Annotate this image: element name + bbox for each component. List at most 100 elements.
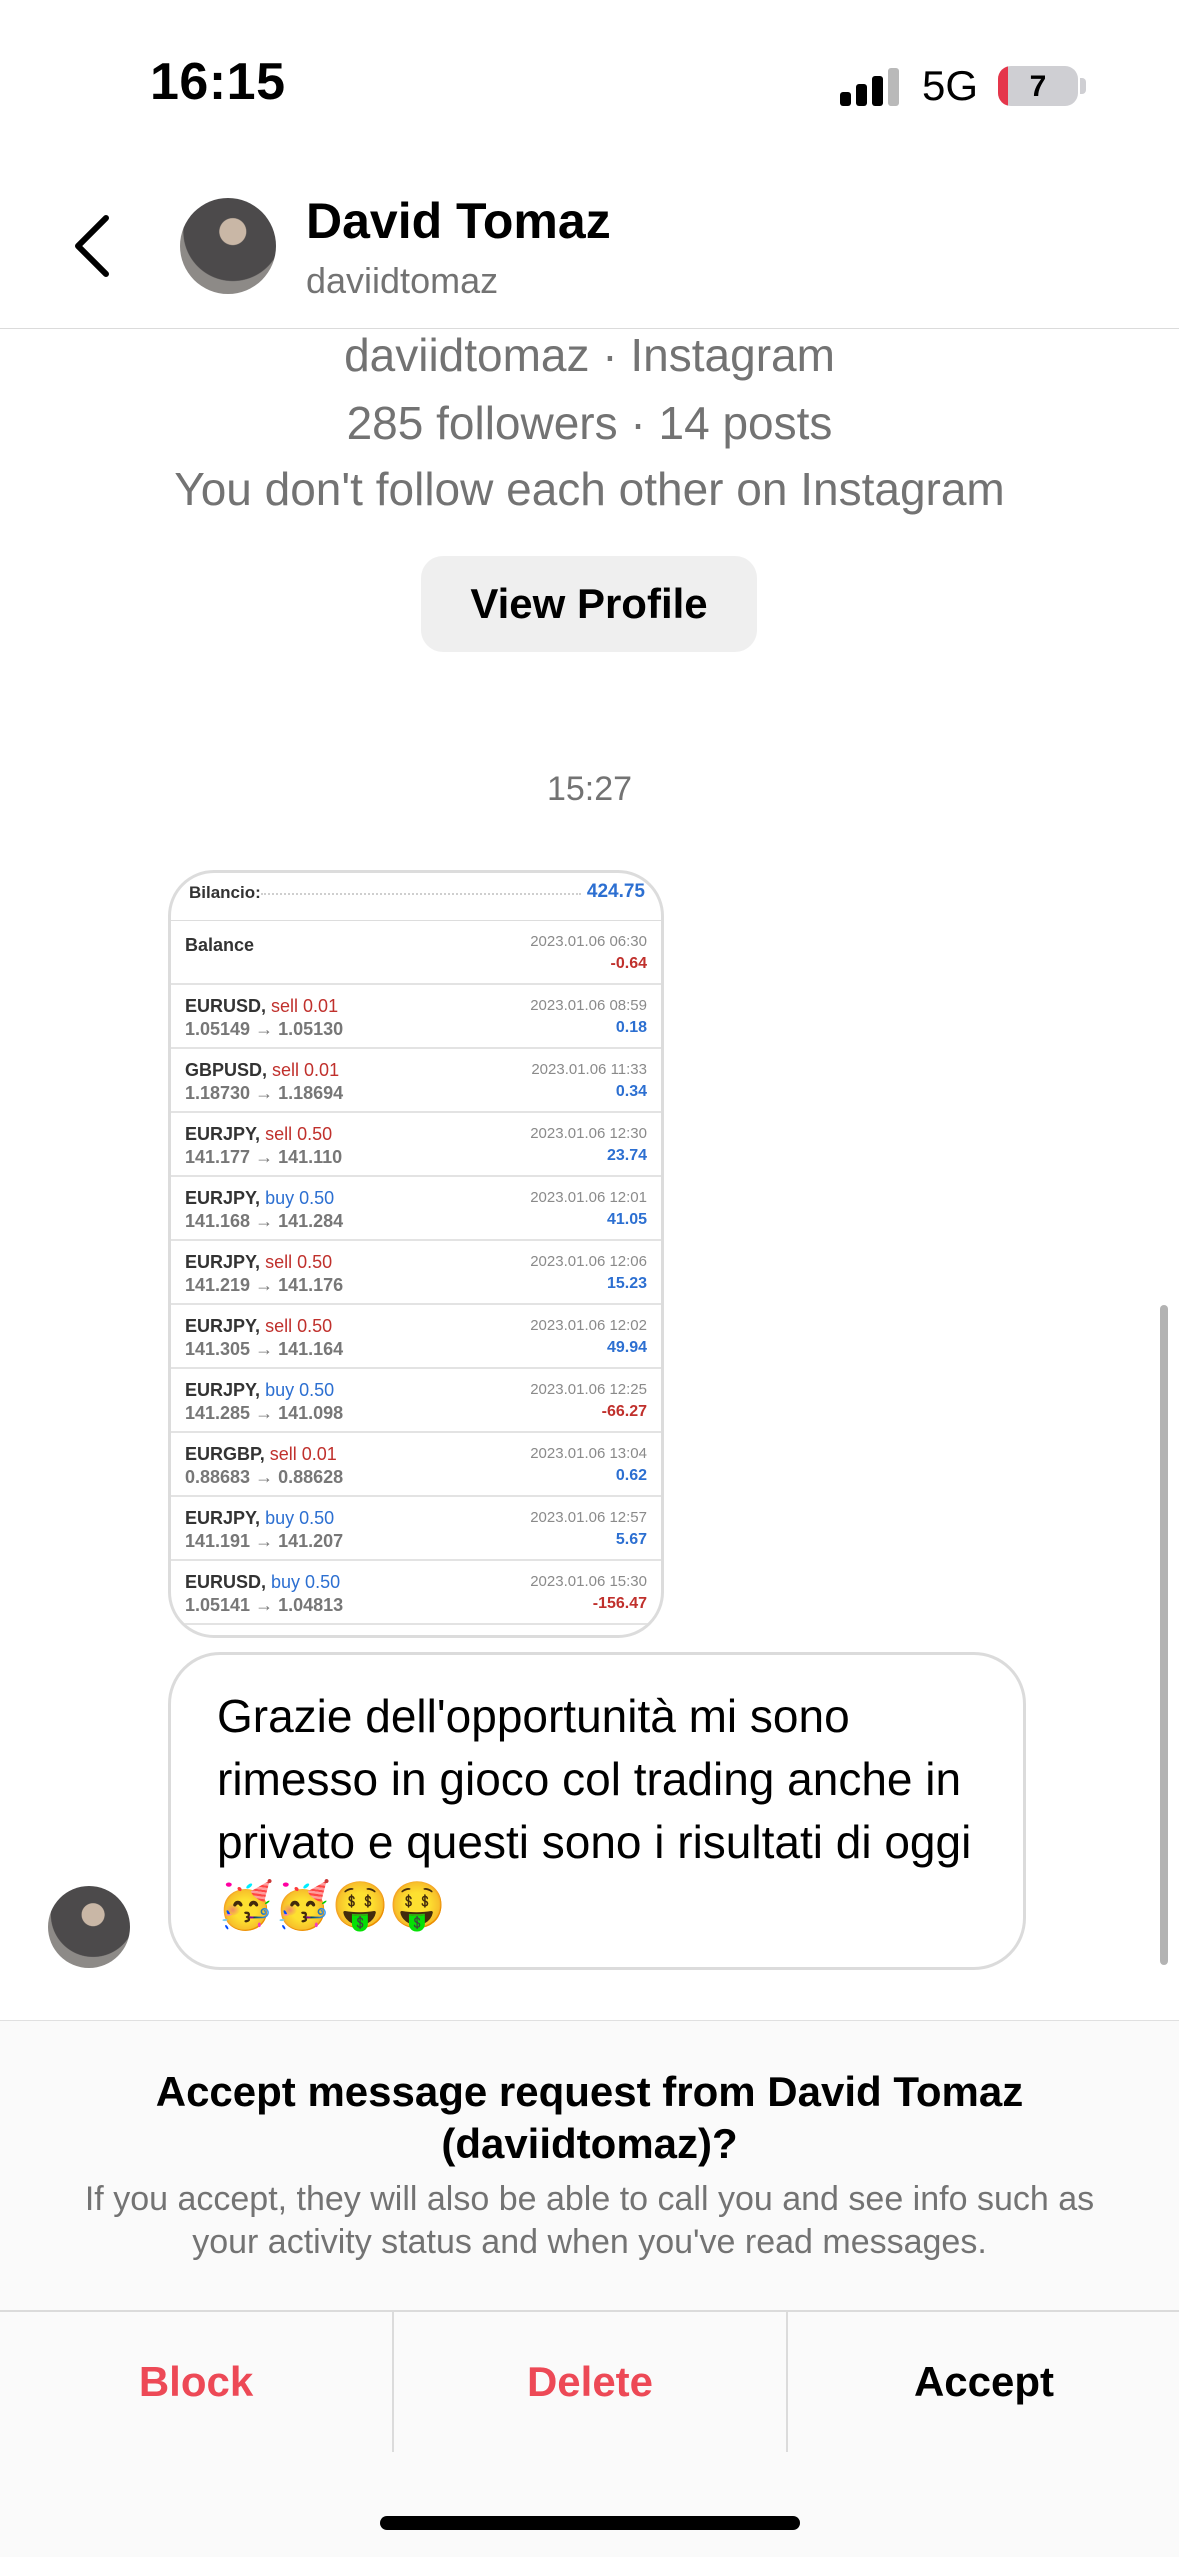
trade-symbol: EURJPY, sell 0.50 [185,1252,332,1273]
trade-symbol: GBPUSD, sell 0.01 [185,1060,339,1081]
trade-date: 2023.01.06 08:59 [530,997,647,1014]
trade-pair: EURJPY, [185,1252,261,1272]
trade-symbol: EURJPY, buy 0.50 [185,1380,334,1401]
trade-prices: 1.18730 → 1.18694 [185,1083,344,1103]
trade-date: 2023.01.06 15:30 [530,1573,647,1590]
balance-label: Balance [185,935,255,955]
trade-action: sell 0.50 [271,1636,338,1638]
trade-profit: 23.74 [606,1147,647,1164]
trade-pair: EURJPY, [185,1380,261,1400]
balance-summary-label: Bilancio: [189,883,261,902]
battery-tip [1080,78,1086,94]
trade-symbol: EURUSD, sell 0.01 [185,996,338,1017]
block-button[interactable]: Block [0,2314,392,2450]
trade-prices: 1.05149 → 1.05130 [185,1019,344,1039]
trade-row: GBPUSD, sell 0.01 1.18730 → 1.18694 2023.0… [171,1049,661,1113]
battery-level: 7 [1029,70,1047,103]
status-time: 16:15 [150,53,286,111]
trade-symbol: EURUSD, sell 0.50 [185,1636,338,1638]
request-description: If you accept, they will also be able to… [84,2180,1095,2261]
trade-profit: 0.34 [615,1083,647,1100]
trade-prices: 141.177 → 141.110 [185,1147,343,1167]
header-avatar[interactable] [180,198,276,294]
trade-date: 2023.01.06 12:57 [530,1509,647,1526]
trade-row: EURJPY, sell 0.50 141.219 → 141.176 2023.0… [171,1241,661,1305]
trade-pair: EURJPY, [185,1188,261,1208]
balance-summary-value: 424.75 [586,881,645,902]
trade-symbol: EURJPY, buy 0.50 [185,1188,334,1209]
trade-prices: 141.191 → 141.207 [185,1531,344,1551]
trade-symbol: EURUSD, buy 0.50 [185,1572,340,1593]
back-button[interactable] [62,206,122,286]
trade-profit: 0.62 [615,1467,647,1484]
trade-pair: EURUSD, [185,1636,266,1638]
trade-pair: EURUSD, [185,996,267,1016]
trade-action: sell 0.01 [269,1444,337,1464]
balance-value: -0.64 [610,955,647,972]
trade-pair: EURJPY, [185,1124,261,1144]
trade-date: 2023.01.06 1 [559,1637,647,1638]
home-indicator[interactable] [380,2516,800,2530]
trade-pair: EURGBP, [185,1444,265,1464]
trade-profit: -66.27 [601,1403,647,1420]
accept-button[interactable]: Accept [788,2314,1179,2450]
trade-row: EURJPY, sell 0.50 141.305 → 141.164 2023.0… [171,1305,661,1369]
trade-date: 2023.01.06 12:02 [530,1317,647,1334]
delete-button[interactable]: Delete [394,2314,786,2450]
balance-date: 2023.01.06 06:30 [530,933,647,950]
trade-action: buy 0.50 [265,1188,335,1208]
trade-date: 2023.01.06 11:33 [531,1061,647,1078]
trade-profit: 0.18 [615,1019,647,1036]
view-profile-button[interactable]: View Profile [421,556,757,652]
trade-row: EURJPY, sell 0.50 141.177 → 141.110 2023.0… [171,1113,661,1177]
trade-symbol: EURJPY, sell 0.50 [185,1124,332,1145]
message-timestamp: 15:27 [546,770,633,808]
trade-pair: GBPUSD, [185,1060,268,1080]
trade-prices: 141.285 → 141.098 [185,1403,344,1423]
sender-avatar[interactable] [48,1886,130,1968]
trade-date: 2023.01.06 12:06 [530,1253,647,1270]
trade-action: sell 0.01 [271,996,339,1016]
trade-date: 2023.01.06 12:30 [530,1125,647,1142]
network-type: 5G [922,62,979,109]
header-name[interactable]: David Tomaz [306,192,611,250]
header-username[interactable]: daviidtomaz [306,260,498,302]
trade-symbol: EURGBP, sell 0.01 [185,1444,337,1465]
trade-pair: EURUSD, [185,1572,267,1592]
trade-action: buy 0.50 [265,1380,335,1400]
follow-status: You don't follow each other on Instagram [174,463,1005,515]
trade-prices: 141.305 → 141.164 [185,1339,344,1359]
shared-screenshot-image[interactable]: Bilancio: 424.75 Balance 2023.01.06 06:3… [168,870,664,1638]
trade-date: 2023.01.06 12:25 [530,1381,647,1398]
cellular-signal-icon [840,66,900,106]
trade-action: sell 0.50 [265,1316,333,1336]
profile-stats: 285 followers · 14 posts [346,397,833,449]
trade-row: EURUSD, buy 0.50 1.05141 → 1.04813 2023.01… [171,1561,661,1625]
battery-icon: 7 [998,66,1078,106]
trade-prices: 141.168 → 141.284 [185,1211,344,1231]
scrollbar[interactable] [1160,1305,1168,1965]
trade-prices: 1.05141 → 1.04813 [185,1595,344,1615]
trade-profit: 5.67 [615,1531,647,1548]
trade-profit: -156.47 [592,1595,647,1612]
trade-prices: 0.88683 → 0.88628 [185,1467,344,1487]
chevron-left-icon [75,215,109,277]
request-action-bar: Block Delete Accept [0,2310,1179,2452]
trade-symbol: EURJPY, buy 0.50 [185,1508,334,1529]
trade-action: sell 0.50 [265,1252,333,1272]
trade-action: buy 0.50 [271,1572,341,1592]
trade-row: EURUSD, sell 0.01 1.05149 → 1.05130 2023.0… [171,985,661,1049]
trade-symbol: EURJPY, sell 0.50 [185,1316,332,1337]
balance-summary-row: Bilancio: 424.75 [171,873,661,921]
message-bubble[interactable]: Grazie dell'opportunità mi sono rimesso … [168,1652,1026,1970]
dotted-leader [261,893,581,895]
request-title: Accept message request from David Tomaz … [155,2068,1024,2167]
trade-prices: 141.219 → 141.176 [185,1275,344,1295]
trade-action: buy 0.50 [265,1508,335,1528]
trade-action: sell 0.50 [265,1124,333,1144]
trade-profit: 49.94 [606,1339,647,1356]
trade-row: EURUSD, sell 0.50 2023.01.06 1 [171,1625,661,1638]
profile-source: daviidtomaz · Instagram [344,329,835,381]
balance-row: Balance 2023.01.06 06:30 -0.64 [171,921,661,985]
trade-profit: 41.05 [606,1211,647,1228]
